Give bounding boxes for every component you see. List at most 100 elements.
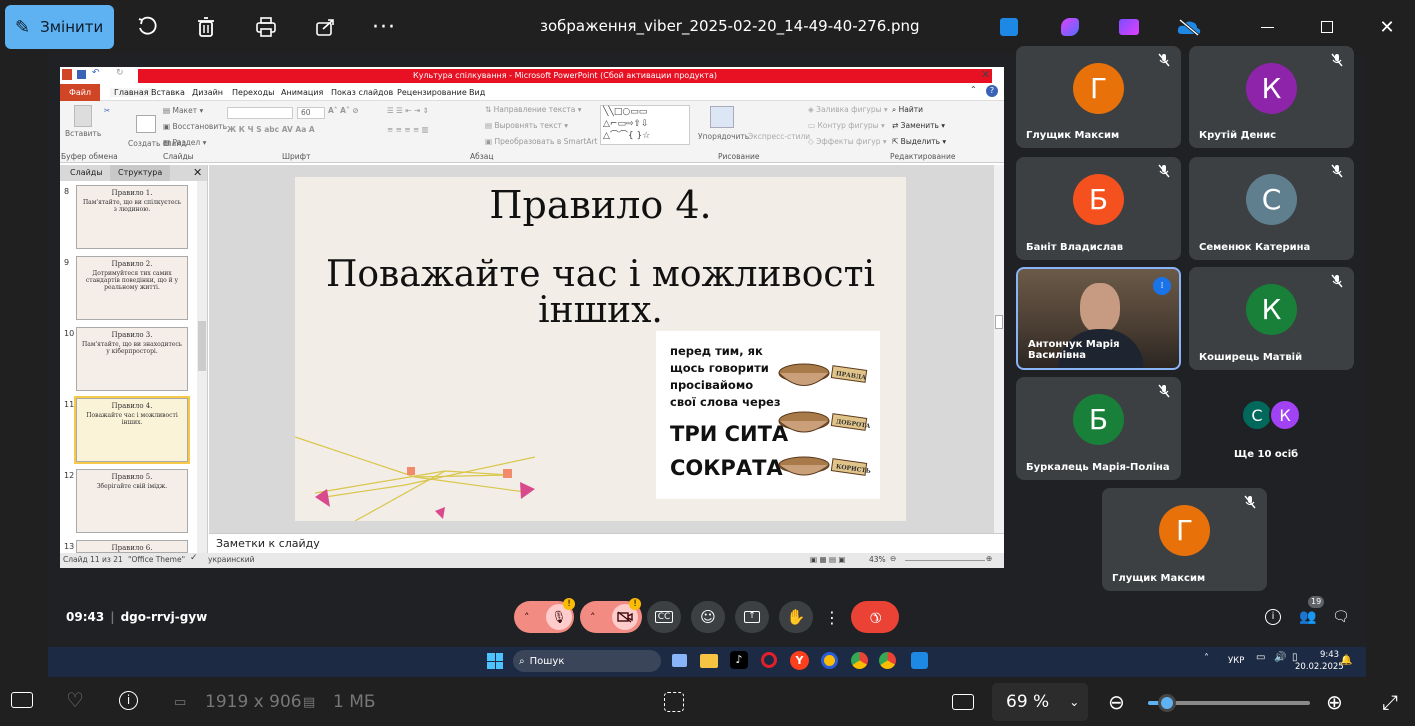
keyboard-language[interactable]: УКР xyxy=(1228,656,1244,666)
browser-icon[interactable] xyxy=(821,652,838,669)
more-icon[interactable]: ··· xyxy=(369,12,399,42)
tab-design[interactable]: Дизайн xyxy=(192,88,223,97)
share-icon[interactable] xyxy=(311,12,341,42)
participant-tile[interactable]: К Крутій Денис xyxy=(1189,46,1354,148)
ribbon-collapse-icon[interactable]: ⌃ xyxy=(970,85,977,94)
zoom-out-icon[interactable]: ⊖ xyxy=(890,554,896,563)
shape-outline-button[interactable]: ▭ Контур фигуры ▾ xyxy=(808,121,885,130)
slide-thumbnail[interactable]: Правило 3. Пам'ятайте, що ви знаходитесь … xyxy=(76,327,188,391)
delete-icon[interactable] xyxy=(191,12,221,42)
chevron-up-icon[interactable]: ˄ xyxy=(590,611,596,624)
taskbar-search[interactable]: ⌕ Пошук xyxy=(513,650,661,672)
zoom-out-icon[interactable]: ⊖ xyxy=(1108,690,1125,714)
font-style-buttons[interactable]: Ж К Ч S abc AV Aa A xyxy=(227,125,315,134)
replace-button[interactable]: ⇄ Заменить ▾ xyxy=(892,121,945,130)
tray-chevron-icon[interactable]: ˄ xyxy=(1204,653,1209,664)
layout-button[interactable]: ▤ Макет ▾ xyxy=(163,106,203,115)
slide-thumbnail[interactable]: Правило 1. Пам'ятайте, що ви спілкуєтесь … xyxy=(76,185,188,249)
tab-slides[interactable]: Слайды xyxy=(70,168,103,177)
people-icon[interactable]: 👥 xyxy=(1299,609,1316,625)
leave-call-button[interactable]: ✆ xyxy=(851,601,899,633)
paste-button[interactable]: Вставить xyxy=(65,129,101,138)
rotate-icon[interactable] xyxy=(132,12,162,42)
chat-icon[interactable]: 🗨 xyxy=(1332,609,1350,625)
reset-button[interactable]: ▣ Восстановить xyxy=(163,122,227,131)
network-icon[interactable]: ▭ xyxy=(1256,652,1265,663)
save-icon[interactable] xyxy=(77,70,86,79)
volume-icon[interactable]: 🔊 xyxy=(1274,652,1286,663)
fullscreen-icon[interactable]: ⤢ xyxy=(1382,690,1398,714)
arrange-button[interactable]: Упорядочить xyxy=(698,132,749,141)
align-buttons[interactable]: ≡ ≡ ≡ ≡ ▥ xyxy=(387,125,429,134)
cut-icon[interactable]: ✂ xyxy=(104,106,110,115)
more-options-button[interactable]: ⋮ xyxy=(822,601,842,633)
thumbs-scrollbar[interactable] xyxy=(197,181,207,553)
photos-app-icon[interactable] xyxy=(911,652,928,669)
select-button[interactable]: ⇱ Выделить ▾ xyxy=(892,137,946,146)
tab-slideshow[interactable]: Показ слайдов xyxy=(331,88,393,97)
tab-file[interactable]: Файл xyxy=(60,84,100,101)
tiktok-icon[interactable]: ♪ xyxy=(730,651,748,669)
ppt-close-icon[interactable]: ✕ xyxy=(981,68,990,81)
spellcheck-icon[interactable]: ✓ xyxy=(190,553,198,563)
slide-thumbnail[interactable]: Правило 5. Зберігайте свій імідж. xyxy=(76,469,188,533)
tab-home[interactable]: Главная xyxy=(110,88,153,97)
minimize-icon[interactable] xyxy=(1252,12,1282,42)
current-slide[interactable]: Правило 4. Поважайте час і можливості ін… xyxy=(295,177,906,521)
quick-styles-button[interactable]: Экспресс-стили xyxy=(748,132,810,141)
maximize-icon[interactable] xyxy=(1312,12,1342,42)
file-explorer-icon[interactable] xyxy=(700,654,718,668)
shape-effects-button[interactable]: ◇ Эффекты фигур ▾ xyxy=(808,137,887,146)
designer-icon[interactable] xyxy=(994,12,1024,42)
onedrive-offline-icon[interactable] xyxy=(1174,12,1204,42)
font-size-field[interactable]: 60 xyxy=(297,107,325,119)
list-buttons[interactable]: ☰ ☰ ⇤ ⇥ ⇕ xyxy=(387,106,429,115)
actual-size-icon[interactable] xyxy=(952,694,974,710)
participant-tile[interactable]: С К Ще 10 осіб xyxy=(1189,377,1354,480)
copilot-icon[interactable] xyxy=(1055,12,1085,42)
find-button[interactable]: ⌕ Найти xyxy=(892,105,923,115)
yandex-browser-icon[interactable]: Y xyxy=(790,651,809,670)
ppt-zoom-slider[interactable] xyxy=(905,560,985,561)
zoom-slider[interactable] xyxy=(1148,694,1310,712)
section-button[interactable]: ▦ Раздел ▾ xyxy=(163,138,206,147)
tab-insert[interactable]: Вставка xyxy=(151,88,185,97)
participant-tile[interactable]: Г Глущик Максим xyxy=(1016,46,1181,148)
clipchamp-icon[interactable] xyxy=(1114,12,1144,42)
tab-transitions[interactable]: Переходы xyxy=(232,88,274,97)
close-icon[interactable]: ✕ xyxy=(1372,12,1402,42)
clock-date[interactable]: 20.02.2025 xyxy=(1295,662,1344,672)
panel-close-icon[interactable]: ✕ xyxy=(193,166,202,179)
align-text-button[interactable]: ▤ Выровнять текст ▾ xyxy=(485,121,568,130)
clock-time[interactable]: 9:43 xyxy=(1320,650,1339,660)
visual-search-icon[interactable] xyxy=(664,692,684,712)
arrange-icon[interactable] xyxy=(710,106,734,128)
info-icon[interactable]: i xyxy=(119,691,138,710)
smartart-button[interactable]: ▣ Преобразовать в SmartArt ▾ xyxy=(485,137,604,146)
raise-hand-button[interactable]: ✋ xyxy=(779,601,813,633)
participant-tile[interactable]: Г Глущик Максим xyxy=(1102,488,1267,591)
tab-outline[interactable]: Структура xyxy=(110,165,171,181)
chrome-profile-icon[interactable] xyxy=(879,652,896,669)
captions-button[interactable]: CC xyxy=(647,601,681,633)
zoom-in-icon[interactable]: ⊕ xyxy=(1326,690,1343,714)
font-size-grow-icon[interactable]: A˄ A˅ ⊘ xyxy=(328,106,359,115)
shapes-gallery[interactable]: ╲╲□○▭▭ △⌐▭⇨⇧⇩ △⌒⌒{ }☆ xyxy=(600,105,690,145)
chrome-icon[interactable] xyxy=(851,652,868,669)
opera-icon[interactable] xyxy=(761,652,777,668)
print-icon[interactable] xyxy=(251,12,281,42)
edit-button[interactable]: ✎ Змінити xyxy=(5,5,114,49)
slide-thumbnail[interactable]: Правило 2. Дотримуйтеся тих самих стандар… xyxy=(76,256,188,320)
thumbs-scroll-thumb[interactable] xyxy=(198,321,206,371)
tab-view[interactable]: Вид xyxy=(469,88,485,97)
canvas-scroll-thumb[interactable] xyxy=(995,315,1003,329)
participant-tile[interactable]: Б Буркалець Марія-Поліна xyxy=(1016,377,1181,480)
participant-tile[interactable]: С Семенюк Катерина xyxy=(1189,157,1354,260)
redo-icon[interactable]: ↻ xyxy=(116,68,124,78)
tab-review[interactable]: Рецензирование xyxy=(397,88,467,97)
text-direction-button[interactable]: ⇅ Направление текста ▾ xyxy=(485,105,582,114)
zoom-in-icon[interactable]: ⊕ xyxy=(986,554,992,563)
zoom-dropdown[interactable]: 69 % ⌄ xyxy=(992,683,1088,721)
paste-icon[interactable] xyxy=(74,105,92,127)
canvas-scrollbar[interactable] xyxy=(994,165,1004,533)
